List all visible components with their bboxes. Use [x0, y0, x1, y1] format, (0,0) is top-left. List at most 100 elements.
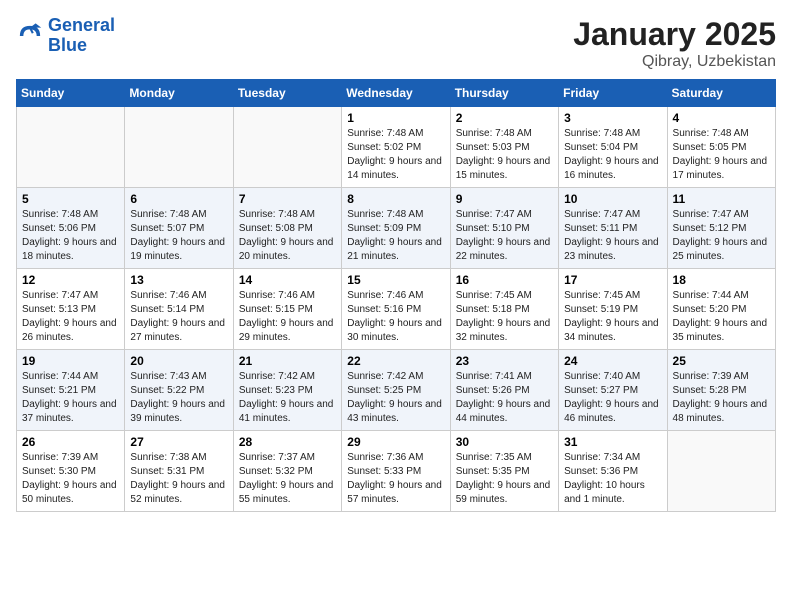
calendar-table: SundayMondayTuesdayWednesdayThursdayFrid… — [16, 79, 776, 512]
header-cell-thursday: Thursday — [450, 80, 558, 107]
subtitle: Qibray, Uzbekistan — [573, 53, 776, 71]
day-cell: 27 Sunrise: 7:38 AM Sunset: 5:31 PM Dayli… — [125, 431, 233, 512]
day-info: Sunrise: 7:48 AM Sunset: 5:04 PM Dayligh… — [564, 127, 661, 183]
day-info: Sunrise: 7:48 AM Sunset: 5:06 PM Dayligh… — [22, 208, 119, 264]
day-cell: 21Sunrise: 7:42 AM Sunset: 5:23 PM Dayli… — [233, 350, 341, 431]
day-cell: 6 Sunrise: 7:48 AM Sunset: 5:07 PM Daylig… — [125, 188, 233, 269]
day-cell: 25Sunrise: 7:39 AM Sunset: 5:28 PM Dayli… — [667, 350, 775, 431]
day-number: 7 — [239, 192, 336, 206]
week-row-2: 5Sunrise: 7:48 AM Sunset: 5:06 PM Daylig… — [17, 188, 776, 269]
header-cell-sunday: Sunday — [17, 80, 125, 107]
logo-text-line1: General — [48, 16, 115, 36]
day-cell: 31Sunrise: 7:34 AM Sunset: 5:36 PM Dayli… — [559, 431, 667, 512]
day-cell: 29Sunrise: 7:36 AM Sunset: 5:33 PM Dayli… — [342, 431, 450, 512]
logo-icon — [16, 22, 44, 50]
week-row-4: 19 Sunrise: 7:44 AM Sunset: 5:21 PM Dayli… — [17, 350, 776, 431]
header-cell-monday: Monday — [125, 80, 233, 107]
day-number: 9 — [456, 192, 553, 206]
day-number: 8 — [347, 192, 444, 206]
day-number: 12 — [22, 273, 119, 287]
logo: General Blue — [16, 16, 115, 56]
day-cell: 7 Sunrise: 7:48 AM Sunset: 5:08 PM Daylig… — [233, 188, 341, 269]
day-number: 17 — [564, 273, 661, 287]
page-header: General Blue January 2025 Qibray, Uzbeki… — [16, 16, 776, 71]
day-number: 16 — [456, 273, 553, 287]
main-title: January 2025 — [573, 16, 776, 53]
day-info: Sunrise: 7:45 AM Sunset: 5:18 PM Dayligh… — [456, 289, 553, 345]
day-cell: 20 Sunrise: 7:43 AM Sunset: 5:22 PM Dayli… — [125, 350, 233, 431]
day-info: Sunrise: 7:44 AM Sunset: 5:21 PM Dayligh… — [22, 370, 119, 426]
day-number: 11 — [673, 192, 770, 206]
day-cell: 4 Sunrise: 7:48 AM Sunset: 5:05 PM Daylig… — [667, 107, 775, 188]
day-info: Sunrise: 7:47 AM Sunset: 5:11 PM Dayligh… — [564, 208, 661, 264]
day-info: Sunrise: 7:45 AM Sunset: 5:19 PM Dayligh… — [564, 289, 661, 345]
day-cell — [667, 431, 775, 512]
day-info: Sunrise: 7:41 AM Sunset: 5:26 PM Dayligh… — [456, 370, 553, 426]
day-info: Sunrise: 7:47 AM Sunset: 5:10 PM Dayligh… — [456, 208, 553, 264]
day-info: Sunrise: 7:37 AM Sunset: 5:32 PM Dayligh… — [239, 451, 336, 507]
day-number: 24 — [564, 354, 661, 368]
day-cell: 30Sunrise: 7:35 AM Sunset: 5:35 PM Dayli… — [450, 431, 558, 512]
day-info: Sunrise: 7:38 AM Sunset: 5:31 PM Dayligh… — [130, 451, 227, 507]
day-cell: 8 Sunrise: 7:48 AM Sunset: 5:09 PM Daylig… — [342, 188, 450, 269]
day-number: 22 — [347, 354, 444, 368]
day-cell: 2Sunrise: 7:48 AM Sunset: 5:03 PM Daylig… — [450, 107, 558, 188]
day-number: 10 — [564, 192, 661, 206]
day-cell: 10 Sunrise: 7:47 AM Sunset: 5:11 PM Dayli… — [559, 188, 667, 269]
title-block: January 2025 Qibray, Uzbekistan — [573, 16, 776, 71]
day-number: 14 — [239, 273, 336, 287]
week-row-5: 26 Sunrise: 7:39 AM Sunset: 5:30 PM Dayli… — [17, 431, 776, 512]
day-number: 28 — [239, 435, 336, 449]
day-cell: 16 Sunrise: 7:45 AM Sunset: 5:18 PM Dayli… — [450, 269, 558, 350]
day-number: 1 — [347, 111, 444, 125]
day-info: Sunrise: 7:48 AM Sunset: 5:09 PM Dayligh… — [347, 208, 444, 264]
day-cell: 24 Sunrise: 7:40 AM Sunset: 5:27 PM Dayli… — [559, 350, 667, 431]
day-number: 31 — [564, 435, 661, 449]
day-number: 23 — [456, 354, 553, 368]
day-number: 13 — [130, 273, 227, 287]
day-number: 6 — [130, 192, 227, 206]
day-number: 3 — [564, 111, 661, 125]
day-info: Sunrise: 7:46 AM Sunset: 5:14 PM Dayligh… — [130, 289, 227, 345]
week-row-1: 1 Sunrise: 7:48 AM Sunset: 5:02 PM Daylig… — [17, 107, 776, 188]
logo-text-line2: Blue — [48, 36, 115, 56]
day-info: Sunrise: 7:47 AM Sunset: 5:12 PM Dayligh… — [673, 208, 770, 264]
day-info: Sunrise: 7:39 AM Sunset: 5:28 PM Dayligh… — [673, 370, 770, 426]
day-cell: 12 Sunrise: 7:47 AM Sunset: 5:13 PM Dayli… — [17, 269, 125, 350]
day-number: 26 — [22, 435, 119, 449]
day-info: Sunrise: 7:35 AM Sunset: 5:35 PM Dayligh… — [456, 451, 553, 507]
day-cell: 11 Sunrise: 7:47 AM Sunset: 5:12 PM Dayli… — [667, 188, 775, 269]
week-row-3: 12 Sunrise: 7:47 AM Sunset: 5:13 PM Dayli… — [17, 269, 776, 350]
day-cell: 19 Sunrise: 7:44 AM Sunset: 5:21 PM Dayli… — [17, 350, 125, 431]
day-cell: 18Sunrise: 7:44 AM Sunset: 5:20 PM Dayli… — [667, 269, 775, 350]
day-number: 27 — [130, 435, 227, 449]
day-info: Sunrise: 7:48 AM Sunset: 5:05 PM Dayligh… — [673, 127, 770, 183]
day-info: Sunrise: 7:43 AM Sunset: 5:22 PM Dayligh… — [130, 370, 227, 426]
day-info: Sunrise: 7:40 AM Sunset: 5:27 PM Dayligh… — [564, 370, 661, 426]
header-row: SundayMondayTuesdayWednesdayThursdayFrid… — [17, 80, 776, 107]
day-cell: 13 Sunrise: 7:46 AM Sunset: 5:14 PM Dayli… — [125, 269, 233, 350]
day-info: Sunrise: 7:48 AM Sunset: 5:08 PM Dayligh… — [239, 208, 336, 264]
day-cell: 3 Sunrise: 7:48 AM Sunset: 5:04 PM Daylig… — [559, 107, 667, 188]
day-cell: 26 Sunrise: 7:39 AM Sunset: 5:30 PM Dayli… — [17, 431, 125, 512]
day-number: 29 — [347, 435, 444, 449]
day-info: Sunrise: 7:48 AM Sunset: 5:07 PM Dayligh… — [130, 208, 227, 264]
day-cell: 23 Sunrise: 7:41 AM Sunset: 5:26 PM Dayli… — [450, 350, 558, 431]
day-number: 20 — [130, 354, 227, 368]
day-cell — [17, 107, 125, 188]
day-info: Sunrise: 7:39 AM Sunset: 5:30 PM Dayligh… — [22, 451, 119, 507]
day-cell — [125, 107, 233, 188]
day-info: Sunrise: 7:46 AM Sunset: 5:16 PM Dayligh… — [347, 289, 444, 345]
day-number: 21 — [239, 354, 336, 368]
day-number: 18 — [673, 273, 770, 287]
day-cell: 22Sunrise: 7:42 AM Sunset: 5:25 PM Dayli… — [342, 350, 450, 431]
day-info: Sunrise: 7:48 AM Sunset: 5:03 PM Dayligh… — [456, 127, 553, 183]
day-cell: 1 Sunrise: 7:48 AM Sunset: 5:02 PM Daylig… — [342, 107, 450, 188]
day-number: 19 — [22, 354, 119, 368]
header-cell-friday: Friday — [559, 80, 667, 107]
header-cell-tuesday: Tuesday — [233, 80, 341, 107]
day-number: 4 — [673, 111, 770, 125]
header-cell-saturday: Saturday — [667, 80, 775, 107]
day-info: Sunrise: 7:47 AM Sunset: 5:13 PM Dayligh… — [22, 289, 119, 345]
day-info: Sunrise: 7:48 AM Sunset: 5:02 PM Dayligh… — [347, 127, 444, 183]
